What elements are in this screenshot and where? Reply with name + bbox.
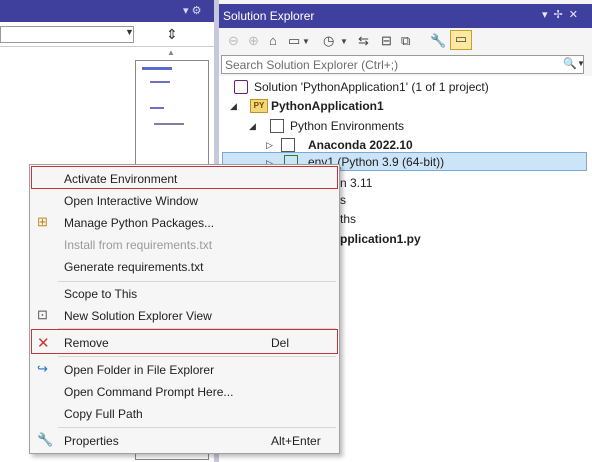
environments-icon — [270, 119, 284, 133]
minimap-line — [150, 81, 170, 83]
solution-icon — [234, 80, 248, 94]
package-icon: ⊞ — [37, 214, 48, 229]
minimap-line — [142, 67, 172, 70]
forward-icon[interactable]: ⊕ — [248, 33, 259, 49]
remove-shortcut: Del — [271, 336, 290, 350]
menu-item-scope-to-this[interactable]: Scope to This — [64, 287, 137, 301]
expanded-arrow-icon[interactable]: ◢ — [249, 121, 256, 132]
menu-item-manage-python-packages[interactable]: Manage Python Packages... — [64, 216, 214, 230]
chevron-down-icon[interactable]: ▼ — [302, 37, 310, 46]
remove-x-icon: ✕ — [37, 335, 50, 352]
menu-item-generate-requirements[interactable]: Generate requirements.txt — [64, 260, 203, 274]
search-icon[interactable]: 🔍 — [563, 57, 577, 70]
chevron-down-icon[interactable]: ▼ — [125, 27, 134, 37]
expanded-arrow-icon[interactable]: ◢ — [230, 101, 237, 112]
menu-item-install-requirements: Install from requirements.txt — [64, 238, 213, 252]
tree-item-references[interactable]: s — [340, 190, 346, 210]
menu-separator — [58, 356, 336, 357]
new-view-icon: ⊡ — [37, 307, 48, 322]
menu-item-properties[interactable]: Properties — [64, 434, 119, 448]
menu-item-activate-environment[interactable]: Activate Environment — [64, 172, 177, 186]
menu-separator — [58, 427, 336, 428]
editor-window-controls[interactable]: ▾ ⚙ — [183, 4, 201, 17]
show-all-files-icon[interactable]: ⧉ — [401, 33, 410, 49]
chevron-down-icon[interactable]: ▼ — [577, 59, 585, 68]
menu-item-open-command-prompt[interactable]: Open Command Prompt Here... — [64, 385, 233, 399]
menu-item-open-interactive-window[interactable]: Open Interactive Window — [64, 194, 198, 208]
search-placeholder: Search Solution Explorer (Ctrl+;) — [225, 58, 399, 72]
sync-icon[interactable]: ⇆ — [358, 33, 369, 49]
environment-icon — [281, 138, 295, 152]
pending-changes-icon[interactable]: ◷ — [323, 33, 334, 49]
minimap-line — [150, 107, 164, 109]
editor-divider — [0, 46, 214, 47]
python-project-icon: PY — [250, 99, 268, 113]
menu-item-new-solution-explorer-view[interactable]: New Solution Explorer View — [64, 309, 212, 323]
menu-separator — [58, 281, 336, 282]
solution-explorer-title: Solution Explorer — [223, 9, 315, 23]
panel-window-controls[interactable]: ▾✢✕ — [542, 8, 584, 21]
tree-item-project[interactable]: PythonApplication1 — [271, 96, 384, 116]
tree-item-solution[interactable]: Solution 'PythonApplication1' (1 of 1 pr… — [254, 77, 489, 97]
tree-item-python-environments[interactable]: Python Environments — [290, 116, 404, 136]
preview-selected-items-icon[interactable]: ▭ — [450, 30, 472, 50]
tree-item-python-file[interactable]: pplication1.py — [340, 229, 421, 249]
scroll-up-icon[interactable]: ▲ — [167, 48, 175, 57]
open-folder-icon: ↪ — [37, 361, 48, 376]
back-icon[interactable]: ⊖ — [228, 33, 239, 49]
menu-item-copy-full-path[interactable]: Copy Full Path — [64, 407, 143, 421]
minimap-line — [154, 123, 184, 125]
navigation-dropdown[interactable] — [0, 26, 134, 43]
editor-title-bar — [0, 0, 214, 22]
collapse-all-icon[interactable]: ⊟ — [381, 33, 392, 49]
switch-views-icon[interactable]: ▭ — [288, 33, 300, 49]
collapsed-arrow-icon[interactable]: ▷ — [266, 140, 273, 151]
tree-item-search-paths[interactable]: ths — [340, 209, 356, 229]
wrench-icon: 🔧 — [37, 432, 54, 447]
properties-shortcut: Alt+Enter — [271, 434, 321, 448]
menu-item-open-folder[interactable]: Open Folder in File Explorer — [64, 363, 214, 377]
menu-item-remove[interactable]: Remove — [64, 336, 109, 350]
split-editor-icon[interactable]: ⇕ — [166, 26, 178, 43]
home-icon[interactable]: ⌂ — [269, 33, 277, 48]
chevron-down-icon[interactable]: ▼ — [340, 37, 348, 46]
wrench-icon[interactable]: 🔧 — [430, 33, 446, 49]
